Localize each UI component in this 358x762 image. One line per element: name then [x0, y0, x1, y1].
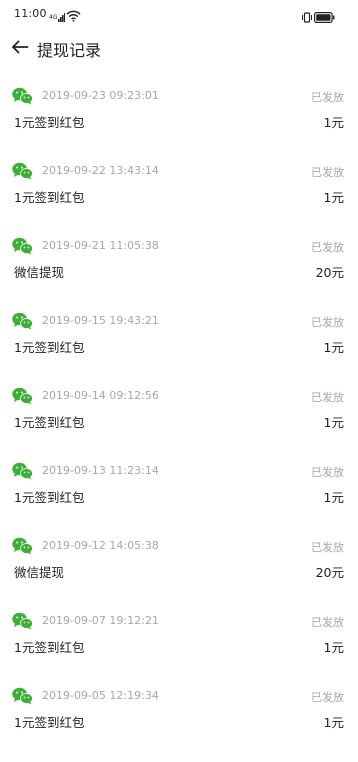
back-button[interactable]	[8, 36, 34, 60]
record-item[interactable]: 2019-09-05 12:19:34 已发放 1元签到红包 1元	[0, 686, 358, 761]
record-status: 已发放	[311, 691, 344, 704]
record-description: 微信提现	[14, 565, 65, 580]
record-amount: 1元	[323, 415, 344, 430]
record-description: 1元签到红包	[14, 490, 85, 505]
record-amount: 1元	[323, 115, 344, 130]
record-item[interactable]: 2019-09-13 11:23:14 已发放 1元签到红包 1元	[0, 461, 358, 536]
record-amount: 1元	[323, 715, 344, 730]
record-status: 已发放	[311, 316, 344, 329]
record-time: 2019-09-05 12:19:34	[42, 689, 159, 702]
wifi-icon	[66, 7, 81, 22]
record-description: 微信提现	[14, 265, 65, 280]
record-item[interactable]: 2019-09-22 13:43:14 已发放 1元签到红包 1元	[0, 161, 358, 236]
svg-text:4G: 4G	[49, 14, 58, 21]
status-time: 11:00	[14, 7, 47, 20]
wechat-icon	[12, 87, 33, 105]
header: 提现记录	[0, 32, 358, 66]
record-time: 2019-09-21 11:05:38	[42, 239, 159, 252]
page-title: 提现记录	[37, 41, 102, 60]
record-status: 已发放	[311, 616, 344, 629]
record-description: 1元签到红包	[14, 340, 85, 355]
record-description: 1元签到红包	[14, 415, 85, 430]
record-description: 1元签到红包	[14, 715, 85, 730]
wechat-icon	[12, 687, 33, 705]
record-list: 2019-09-23 09:23:01 已发放 1元签到红包 1元 2019-0…	[0, 86, 358, 761]
wechat-icon	[12, 162, 33, 180]
status-bar: 11:00 4G	[0, 0, 358, 30]
record-amount: 20元	[315, 565, 344, 580]
vibrate-icon	[301, 8, 313, 23]
wechat-icon	[12, 237, 33, 255]
record-status: 已发放	[311, 241, 344, 254]
record-status: 已发放	[311, 466, 344, 479]
record-description: 1元签到红包	[14, 640, 85, 655]
record-amount: 20元	[315, 265, 344, 280]
record-time: 2019-09-15 19:43:21	[42, 314, 159, 327]
record-item[interactable]: 2019-09-15 19:43:21 已发放 1元签到红包 1元	[0, 311, 358, 386]
wechat-icon	[12, 462, 33, 480]
record-amount: 1元	[323, 340, 344, 355]
record-time: 2019-09-13 11:23:14	[42, 464, 159, 477]
record-time: 2019-09-14 09:12:56	[42, 389, 159, 402]
record-item[interactable]: 2019-09-21 11:05:38 已发放 微信提现 20元	[0, 236, 358, 311]
record-item[interactable]: 2019-09-07 19:12:21 已发放 1元签到红包 1元	[0, 611, 358, 686]
record-status: 已发放	[311, 91, 344, 104]
wechat-icon	[12, 387, 33, 405]
record-status: 已发放	[311, 391, 344, 404]
battery-icon	[314, 8, 335, 24]
record-item[interactable]: 2019-09-23 09:23:01 已发放 1元签到红包 1元	[0, 86, 358, 161]
record-time: 2019-09-22 13:43:14	[42, 164, 159, 177]
record-description: 1元签到红包	[14, 115, 85, 130]
record-item[interactable]: 2019-09-12 14:05:38 已发放 微信提现 20元	[0, 536, 358, 611]
record-time: 2019-09-23 09:23:01	[42, 89, 159, 102]
record-description: 1元签到红包	[14, 190, 85, 205]
signal-icon: 4G	[49, 8, 65, 22]
record-amount: 1元	[323, 190, 344, 205]
arrow-left-icon	[12, 40, 29, 54]
record-time: 2019-09-12 14:05:38	[42, 539, 159, 552]
record-amount: 1元	[323, 490, 344, 505]
record-status: 已发放	[311, 541, 344, 554]
wechat-icon	[12, 312, 33, 330]
record-time: 2019-09-07 19:12:21	[42, 614, 159, 627]
wechat-icon	[12, 537, 33, 555]
record-amount: 1元	[323, 640, 344, 655]
wechat-icon	[12, 612, 33, 630]
record-status: 已发放	[311, 166, 344, 179]
record-item[interactable]: 2019-09-14 09:12:56 已发放 1元签到红包 1元	[0, 386, 358, 461]
